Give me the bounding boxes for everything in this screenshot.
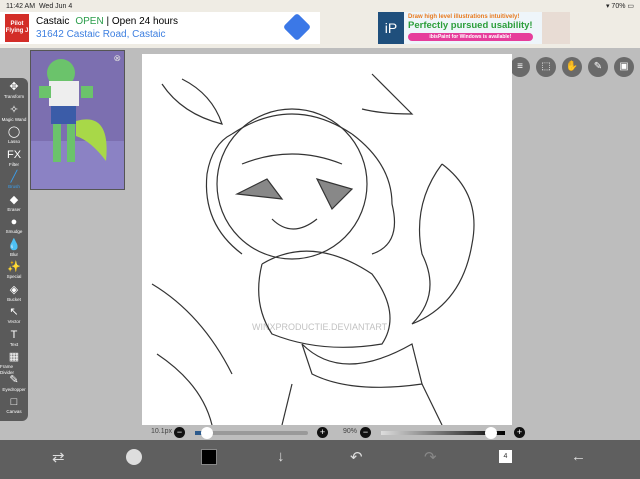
blur-icon: 💧 (7, 238, 21, 251)
time: 11:42 AM (6, 2, 36, 10)
reference-image (31, 59, 124, 189)
battery: ▾ 70% ▭ (605, 3, 634, 10)
canvas-icon: □ (10, 396, 18, 408)
brush-sliders: 10.1px − + 90% − + (140, 425, 640, 440)
back-icon[interactable]: ← (571, 448, 586, 465)
filter-icon: FX (6, 148, 22, 161)
bucket-icon: ◈ (9, 283, 19, 296)
tool-blur[interactable]: 💧 Blur (7, 239, 21, 262)
tool-special[interactable]: ✨ Special (7, 261, 22, 284)
hand-icon[interactable]: ✋ (562, 57, 582, 77)
tool-canvas[interactable]: □ Canvas (6, 396, 21, 419)
download-icon[interactable]: ↓ (277, 448, 285, 465)
vector-icon: ↖ (9, 306, 19, 318)
brand-logo: Pilot Flying J (5, 14, 29, 42)
tool-eyedropper[interactable]: ✎ Eyedropper (2, 374, 25, 397)
tool-label: Eraser (7, 206, 21, 212)
layers-toggle-icon[interactable]: ≡ (510, 57, 530, 77)
selection-icon[interactable]: ⬚ (536, 57, 556, 77)
tool-label: Vector (7, 319, 21, 324)
tool-label: Canvas (6, 409, 22, 414)
tool-lasso[interactable]: ◯ Lasso (8, 126, 20, 149)
tool-smudge[interactable]: ● Smudge (6, 216, 23, 239)
brush-select-icon[interactable] (126, 449, 142, 465)
tool-brush[interactable]: ╱ Brush (8, 171, 20, 194)
special-icon: ✨ (7, 261, 21, 273)
ad-banner: Pilot Flying J Castaic OPEN | Open 24 hou… (0, 12, 640, 48)
tool-eraser[interactable]: ◆ Eraser (7, 194, 20, 217)
ad-line2: Perfectly pursued usability! (408, 20, 533, 31)
smudge-icon: ● (10, 216, 18, 228)
tool-text[interactable]: T Text (10, 329, 18, 352)
tool-bucket[interactable]: ◈ Bucket (7, 284, 21, 307)
ad-address: 31642 Castaic Road, Castaic (36, 29, 166, 40)
layers-button[interactable]: 4 (499, 450, 512, 463)
bottom-toolbar: ⇄ ↓ ↶ ↷ 4 ← (0, 440, 640, 479)
opacity-label: 90% (343, 428, 358, 435)
tool-label: Special (6, 274, 22, 279)
tool-label: Brush (8, 184, 20, 189)
ibis-ad[interactable]: iP Draw high level illustrations intuiti… (378, 12, 570, 44)
text-icon: T (10, 328, 18, 341)
eraser-icon: ◆ (9, 193, 19, 206)
tool-label: Smudge (5, 229, 23, 234)
ad-name: Castaic (36, 16, 70, 27)
eyedropper-icon: ✎ (9, 373, 19, 386)
opacity-minus-button[interactable]: − (360, 427, 371, 438)
tool-label: Transform (3, 94, 25, 99)
ibis-logo-icon: iP (378, 12, 404, 44)
tool-frame-divider[interactable]: ▦ Frame Divider (0, 351, 28, 375)
tool-label: Blur (9, 251, 18, 257)
ad-hours: Open 24 hours (111, 16, 179, 27)
lasso-icon: ◯ (7, 126, 21, 138)
ad-line3: ibisPaint for Windows is available! (408, 33, 533, 41)
tool-switch-icon[interactable]: ⇄ (52, 448, 65, 466)
tool-label: Magic Wand (1, 116, 27, 122)
date: Wed Jun 4 (38, 2, 73, 10)
close-icon[interactable]: ⊗ (113, 53, 121, 64)
opacity-slider[interactable] (381, 427, 505, 439)
directions-icon[interactable] (282, 12, 312, 42)
undo-icon[interactable]: ↶ (350, 448, 363, 466)
tool-label: Bucket (7, 296, 21, 302)
size-minus-button[interactable]: − (174, 427, 185, 438)
color-swatch[interactable] (201, 449, 217, 465)
tool-label: Text (9, 341, 19, 347)
magic-wand-icon: ✧ (9, 103, 19, 116)
open-status: OPEN (75, 16, 104, 27)
brush-size-label: 10.1px (151, 428, 173, 435)
tool-transform[interactable]: ✥ Transform (4, 81, 24, 104)
tool-vector[interactable]: ↖ Vector (8, 306, 21, 329)
size-plus-button[interactable]: + (317, 427, 328, 438)
tool-palette: ✥ Transform ✧ Magic Wand ◯ Lasso FX Filter ╱ Brus… (0, 78, 28, 421)
brush-size-slider[interactable] (195, 427, 308, 439)
drawing-canvas[interactable]: WINXPRODUCTIE.DEVIANTART (142, 54, 512, 426)
sketch (151, 73, 475, 426)
transform-icon: ✥ (9, 81, 19, 93)
brush-icon: ╱ (10, 171, 18, 183)
opacity-plus-button[interactable]: + (514, 427, 525, 438)
frame-divider-icon: ▦ (8, 351, 20, 363)
reference-icon[interactable]: ▣ (614, 57, 634, 77)
redo-icon[interactable]: ↷ (424, 448, 437, 466)
tool-magic-wand[interactable]: ✧ Magic Wand (2, 104, 27, 127)
tool-label: Eyedropper (2, 386, 26, 392)
top-right-tools: ≡ ⬚ ✋ ✎ ▣ (510, 57, 640, 77)
reference-window[interactable]: ⊗ (30, 50, 125, 190)
tool-filter[interactable]: FX Filter (7, 149, 21, 172)
map-ad[interactable]: Pilot Flying J Castaic OPEN | Open 24 hou… (0, 12, 320, 44)
tool-label: Filter (9, 161, 19, 167)
ad-image (542, 12, 570, 44)
status-bar: 11:42 AM Wed Jun 4 ▾ 70% ▭ (0, 0, 640, 12)
tool-label: Lasso (7, 139, 20, 144)
watermark: WINXPRODUCTIE.DEVIANTART (252, 322, 388, 332)
stabilizer-icon[interactable]: ✎ (588, 57, 608, 77)
